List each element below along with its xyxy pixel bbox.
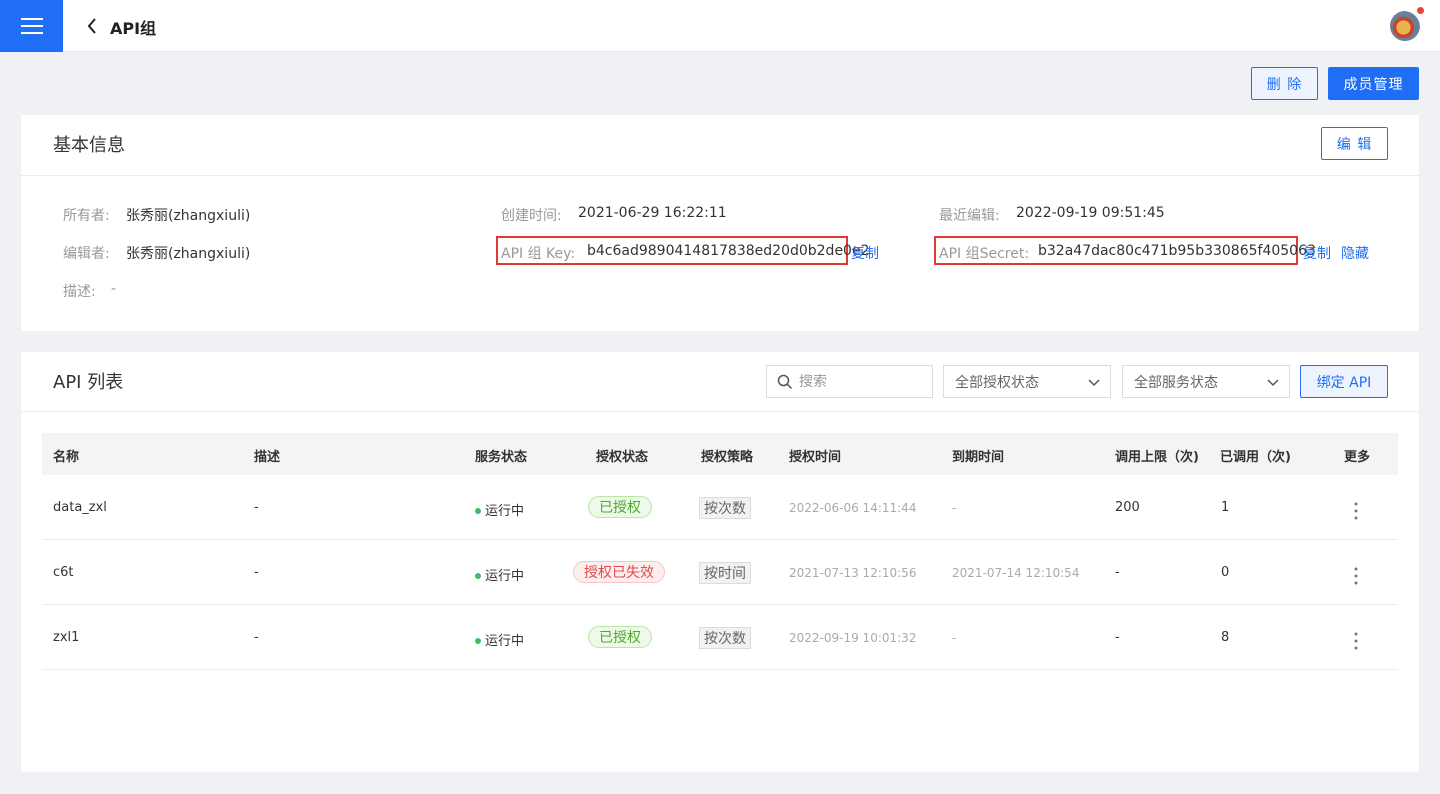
more-button[interactable] (1346, 499, 1366, 523)
chevron-left-icon (87, 18, 96, 34)
col-description: 描述 (254, 450, 281, 465)
owner-label: 所有者: (63, 208, 110, 224)
col-expire-time: 到期时间 (952, 450, 1005, 465)
row-expire-time: 2021-07-14 12:10:54 (952, 566, 1080, 580)
bind-api-button[interactable]: 绑定 API (1300, 365, 1388, 398)
row-service-status: 运行中 (475, 565, 524, 584)
owner-value: 张秀丽(zhangxiuli) (126, 208, 251, 224)
api-key-label: API 组 Key: (501, 246, 576, 262)
top-bar: API组 (0, 0, 1440, 52)
divider (21, 175, 1419, 176)
row-service-status: 运行中 (475, 500, 524, 519)
menu-button[interactable] (0, 0, 63, 52)
status-dot-icon (475, 637, 481, 644)
table-row[interactable]: data_zxl - 运行中 已授权 按次数 2022-06-06 14:11:… (42, 475, 1398, 540)
editor-value: 张秀丽(zhangxiuli) (126, 246, 251, 262)
menu-icon (20, 18, 43, 34)
last-edit-value: 2022-09-19 09:51:45 (1016, 205, 1165, 221)
copy-key-link[interactable]: 复制 (851, 243, 879, 263)
basic-info-title: 基本信息 (53, 135, 125, 156)
chevron-down-icon (1267, 379, 1279, 387)
auth-status-select[interactable]: 全部授权状态 (943, 365, 1111, 398)
col-more: 更多 (1344, 450, 1371, 465)
avatar[interactable] (1390, 11, 1420, 41)
service-status-select-value: 全部服务状态 (1134, 374, 1218, 391)
divider (21, 411, 1419, 412)
hide-secret-link[interactable]: 隐藏 (1341, 243, 1369, 263)
description-label: 描述: (63, 284, 96, 300)
auth-status-select-value: 全部授权状态 (955, 374, 1039, 391)
notification-dot (1417, 7, 1424, 14)
created-time-label: 创建时间: (501, 208, 562, 224)
service-status-text: 运行中 (485, 634, 525, 649)
copy-secret-link[interactable]: 复制 (1303, 243, 1331, 263)
table-header: 名称 描述 服务状态 授权状态 授权策略 授权时间 到期时间 调用上限（次) 已… (42, 433, 1398, 475)
last-edit-label: 最近编辑: (939, 208, 1000, 224)
table-row[interactable]: c6t - 运行中 授权已失效 按时间 2021-07-13 12:10:56 … (42, 540, 1398, 605)
auth-status-tag: 已授权 (588, 496, 652, 518)
page-title: API组 (110, 19, 157, 38)
row-name: zxl1 (53, 630, 80, 645)
auth-strategy-tag: 按次数 (699, 627, 751, 649)
row-call-limit: - (1115, 630, 1120, 645)
col-auth-status: 授权状态 (596, 450, 649, 465)
search-field[interactable] (766, 365, 933, 398)
api-list-title: API 列表 (53, 372, 124, 393)
service-status-select[interactable]: 全部服务状态 (1122, 365, 1290, 398)
col-auth-strategy: 授权策略 (701, 450, 754, 465)
row-auth-time: 2022-06-06 14:11:44 (789, 501, 917, 515)
description-value: - (111, 281, 117, 297)
row-called-count: 8 (1221, 630, 1230, 645)
row-description: - (254, 565, 259, 580)
chevron-down-icon (1088, 379, 1100, 387)
api-secret-label: API 组Secret: (939, 246, 1030, 262)
auth-status-tag: 已授权 (588, 626, 652, 648)
delete-button[interactable]: 删 除 (1251, 67, 1318, 100)
more-button[interactable] (1346, 629, 1366, 653)
status-dot-icon (475, 572, 481, 579)
status-dot-icon (475, 507, 481, 514)
more-vertical-icon (1354, 502, 1358, 520)
auth-status-tag: 授权已失效 (573, 561, 665, 583)
member-management-button[interactable]: 成员管理 (1328, 67, 1419, 100)
service-status-text: 运行中 (485, 569, 525, 584)
table-row[interactable]: zxl1 - 运行中 已授权 按次数 2022-09-19 10:01:32 -… (42, 605, 1398, 670)
row-called-count: 1 (1221, 500, 1230, 515)
col-service-status: 服务状态 (475, 450, 528, 465)
row-description: - (254, 500, 259, 515)
more-vertical-icon (1354, 567, 1358, 585)
row-call-limit: 200 (1115, 500, 1140, 515)
row-expire-time: - (952, 631, 957, 645)
search-input[interactable] (799, 373, 919, 390)
api-list-card: API 列表 全部授权状态 全部服务状态 绑定 API 名称 描述 服务状态 授… (21, 352, 1419, 772)
row-call-limit: - (1115, 565, 1120, 580)
col-name: 名称 (53, 450, 80, 465)
row-expire-time: - (952, 501, 957, 515)
search-icon (777, 374, 793, 389)
more-vertical-icon (1354, 632, 1358, 650)
row-name: c6t (53, 565, 74, 580)
col-auth-time: 授权时间 (789, 450, 842, 465)
col-call-limit: 调用上限（次) (1115, 450, 1199, 465)
api-secret-value: b32a47dac80c471b95b330865f405063 (1038, 243, 1316, 259)
col-called-count: 已调用（次) (1220, 450, 1291, 465)
row-service-status: 运行中 (475, 630, 524, 649)
auth-strategy-tag: 按时间 (699, 562, 751, 584)
auth-strategy-tag: 按次数 (699, 497, 751, 519)
api-key-value: b4c6ad9890414817838ed20d0b2de0e2 (587, 243, 870, 259)
more-button[interactable] (1346, 564, 1366, 588)
row-auth-time: 2022-09-19 10:01:32 (789, 631, 917, 645)
row-auth-time: 2021-07-13 12:10:56 (789, 566, 917, 580)
row-name: data_zxl (53, 500, 107, 515)
created-time-value: 2021-06-29 16:22:11 (578, 205, 727, 221)
row-description: - (254, 630, 259, 645)
editor-label: 编辑者: (63, 246, 110, 262)
back-button[interactable] (80, 14, 104, 38)
service-status-text: 运行中 (485, 504, 525, 519)
row-called-count: 0 (1221, 565, 1230, 580)
basic-info-card: 基本信息 编 辑 所有者: 张秀丽(zhangxiuli) 编辑者: 张秀丽(z… (21, 115, 1419, 331)
edit-button[interactable]: 编 辑 (1321, 127, 1388, 160)
